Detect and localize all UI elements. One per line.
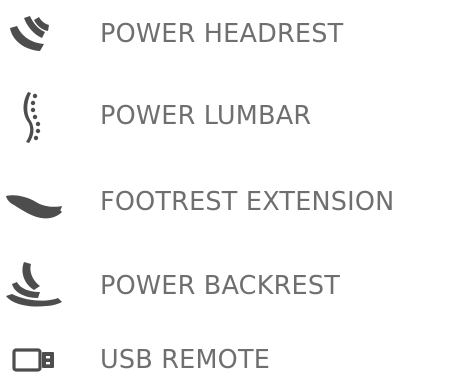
feature-usb-remote: USB REMOTE [0, 330, 451, 390]
feature-label: POWER HEADREST [100, 19, 344, 49]
feature-power-lumbar: POWER LUMBAR [0, 86, 451, 146]
backrest-icon [0, 256, 70, 316]
footrest-icon [0, 172, 70, 232]
feature-label: POWER BACKREST [100, 271, 341, 301]
feature-footrest-extension: FOOTREST EXTENSION [0, 172, 451, 232]
headrest-icon [0, 4, 70, 64]
lumbar-icon [0, 86, 70, 146]
feature-list: POWER HEADREST POWER LUMBAR FOOTREST EXT… [0, 0, 451, 387]
feature-power-headrest: POWER HEADREST [0, 4, 451, 64]
feature-label: USB REMOTE [100, 345, 271, 375]
usb-remote-icon [0, 330, 70, 390]
feature-label: POWER LUMBAR [100, 101, 312, 131]
feature-power-backrest: POWER BACKREST [0, 256, 451, 316]
feature-label: FOOTREST EXTENSION [100, 187, 395, 217]
